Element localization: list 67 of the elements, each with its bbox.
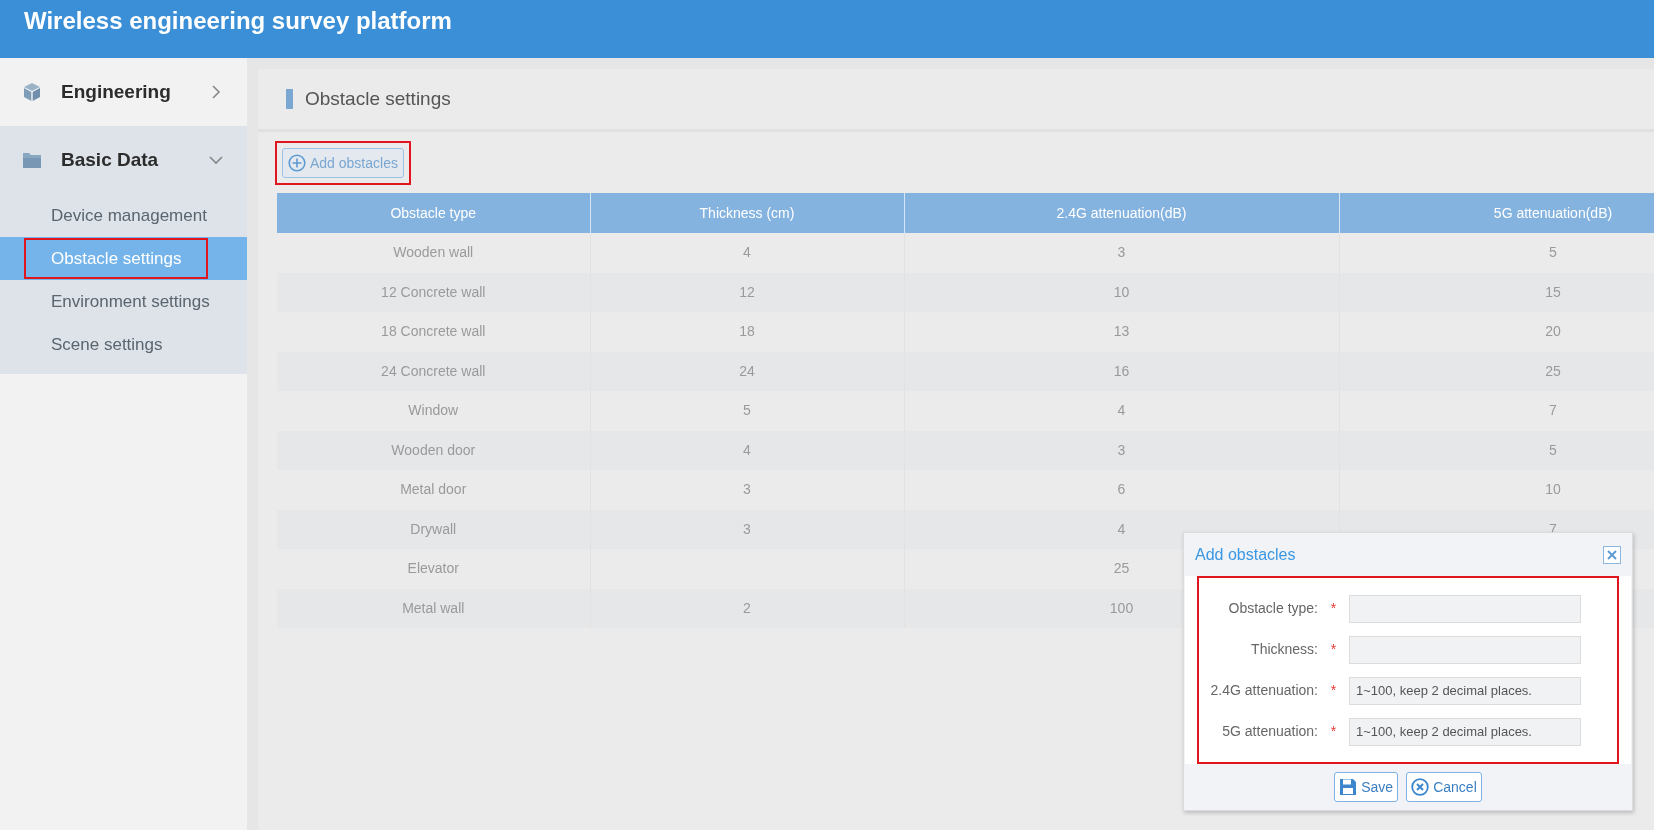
table-cell: 4	[743, 244, 751, 261]
table-cell: 3	[1117, 244, 1126, 261]
table-cell: Wooden door	[391, 441, 476, 458]
plus-circle-icon	[288, 154, 306, 172]
input-field[interactable]: 1~100, keep 2 decimal places.	[1349, 676, 1581, 705]
field-label: Thickness:	[1250, 640, 1318, 659]
table-cell: 12 Concrete wall	[381, 283, 486, 300]
table-cell: 4	[1117, 520, 1126, 537]
table-cell: 24 Concrete wall	[381, 362, 486, 379]
table-cell: 4	[1117, 402, 1126, 419]
close-icon	[1607, 549, 1617, 560]
cube-icon	[22, 82, 42, 102]
input-field[interactable]	[1349, 594, 1581, 623]
table-cell: 16	[1113, 362, 1130, 379]
table-cell: 2	[743, 599, 751, 616]
required-mark: *	[1330, 599, 1337, 618]
dialog-title: Add obstacles	[1195, 544, 1296, 565]
page-title: Obstacle settings	[305, 86, 451, 111]
table-cell: Drywall	[410, 520, 457, 537]
field-label: Obstacle type:	[1227, 599, 1318, 618]
sidebar-item[interactable]: Environment settings	[0, 280, 247, 323]
table-cell: 100	[1109, 599, 1134, 616]
input-field[interactable]	[1349, 635, 1581, 664]
table-cell: 10	[1113, 283, 1130, 300]
title-marker	[286, 89, 293, 109]
cancel-icon	[1411, 778, 1430, 796]
sidebar-group[interactable]: Basic Data	[0, 126, 247, 194]
sidebar-group[interactable]: Engineering	[0, 58, 247, 126]
close-button[interactable]	[1603, 545, 1621, 564]
sidebar-item[interactable]: Scene settings	[0, 323, 247, 366]
table-cell: 24	[739, 362, 755, 379]
table-cell: 3	[743, 481, 751, 498]
field-label: 2.4G attenuation:	[1209, 681, 1318, 700]
table-cell: 5	[1549, 244, 1557, 261]
table-cell: 3	[743, 520, 751, 537]
save-button[interactable]: Save	[1334, 772, 1399, 802]
table-cell: 5	[743, 402, 751, 419]
table-cell: 4	[743, 441, 751, 458]
cancel-button[interactable]: Cancel	[1406, 772, 1482, 802]
table-cell: 25	[1545, 362, 1561, 379]
table-cell: Metal door	[400, 481, 467, 498]
table-cell: 25	[1113, 560, 1130, 577]
sidebar-item[interactable]: Device management	[0, 194, 247, 237]
folder-icon	[22, 151, 42, 169]
table-cell: 13	[1113, 323, 1130, 340]
chevron-right-icon	[209, 85, 223, 99]
table-cell: 18	[739, 323, 755, 340]
input-field[interactable]: 1~100, keep 2 decimal places.	[1349, 717, 1581, 746]
field-label: 5G attenuation:	[1221, 722, 1318, 741]
table-cell: 3	[1117, 441, 1126, 458]
app-title: Wireless engineering survey platform	[24, 6, 452, 36]
required-mark: *	[1330, 681, 1337, 700]
table-cell: 5	[1549, 441, 1557, 458]
table-cell: 20	[1545, 323, 1561, 340]
table-cell: 18 Concrete wall	[381, 323, 486, 340]
table-cell: 10	[1545, 481, 1561, 498]
table-cell: 12	[739, 283, 755, 300]
required-mark: *	[1330, 640, 1337, 659]
table-cell: 15	[1545, 283, 1561, 300]
table-cell: Wooden wall	[393, 244, 474, 261]
required-mark: *	[1330, 722, 1337, 741]
table-cell: Elevator	[407, 560, 459, 577]
table-cell: Metal wall	[402, 599, 465, 616]
table-cell: 7	[1549, 402, 1557, 419]
table-cell: 6	[1117, 481, 1126, 498]
table-cell: Window	[408, 402, 459, 419]
chevron-down-icon	[209, 153, 223, 167]
